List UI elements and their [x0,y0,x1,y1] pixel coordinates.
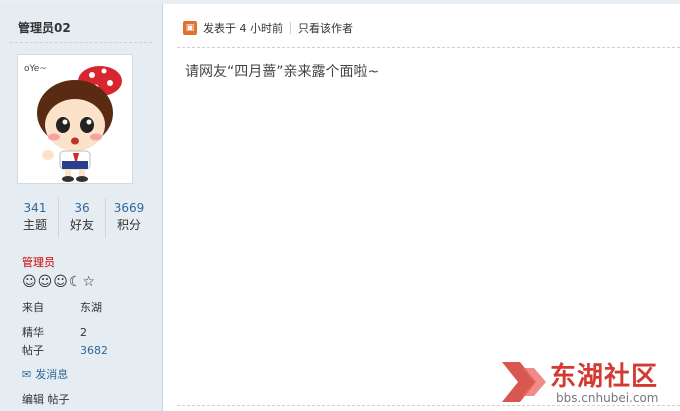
stat-friends-count: 36 [74,201,90,215]
header-separator [290,22,291,34]
only-author-link[interactable]: 只看该作者 [298,20,353,36]
sidebar-divider [10,42,152,43]
user-stats: 341 主题 36 好友 3669 积分 [12,198,152,238]
post-main: ▣ 发表于 4 小时前 只看该作者 请网友“四月蔷”亲来露个面啦~ [163,4,680,411]
post-author-icon: ▣ [183,21,197,35]
sun-face-icon: ☺ [53,274,68,290]
svg-text:oYe~: oYe~ [24,64,47,74]
send-message-link[interactable]: ✉ 发消息 [22,366,68,382]
user-rank-icons: ☺ ☺ ☺ ☾ ☆ [22,274,95,290]
avatar-cartoon-icon: oYe~ [24,64,122,182]
moon-icon: ☾ [68,274,82,290]
avatar[interactable]: oYe~ [17,54,133,184]
posts-label: 帖子 [22,344,44,357]
stat-points[interactable]: 3669 积分 [106,198,152,238]
send-message-label: 发消息 [35,368,69,381]
info-posts: 帖子 3682 [22,342,108,358]
user-group[interactable]: 管理员 [22,254,55,270]
star-icon: ☆ [82,274,95,290]
info-from: 来自 东湖 [22,299,102,315]
stat-friends-label: 好友 [69,218,94,232]
post-header: ▣ 发表于 4 小时前 只看该作者 [183,18,353,38]
sun-face-icon: ☺ [22,274,37,290]
site-logo-icon [502,362,546,402]
post-time: 发表于 4 小时前 [203,22,283,35]
stat-friends[interactable]: 36 好友 [59,198,106,238]
envelope-icon: ✉ [22,368,32,381]
watermark-url: bbs.cnhubei.com [556,391,659,405]
username-link[interactable]: 管理员02 [18,19,71,36]
info-jinghua: 精华 2 [22,324,87,340]
from-label: 来自 [22,301,44,314]
header-divider [177,47,680,48]
stat-topics[interactable]: 341 主题 [12,198,59,238]
jinghua-label: 精华 [22,326,44,339]
edit-links: 编辑 帖子 [22,391,70,407]
posts-value-link[interactable]: 3682 [80,344,108,357]
sun-face-icon: ☺ [37,274,53,290]
posts-link[interactable]: 帖子 [48,393,70,406]
stat-points-label: 积分 [116,218,141,232]
jinghua-value: 2 [80,326,87,339]
stat-topics-label: 主题 [22,218,47,232]
from-value: 东湖 [80,301,102,314]
stat-points-count: 3669 [113,201,145,215]
edit-link[interactable]: 编辑 [22,393,44,406]
post-content: 请网友“四月蔷”亲来露个面啦~ [185,64,380,80]
stat-topics-count: 341 [23,201,47,215]
user-sidebar: 管理员02 oYe~ 341 主题 36 好友 3669 积分 管理员 ☺ ☺ … [0,4,163,411]
watermark-site-name: 东湖社区 [550,362,659,392]
site-watermark: 东湖社区 bbs.cnhubei.com [500,352,680,411]
